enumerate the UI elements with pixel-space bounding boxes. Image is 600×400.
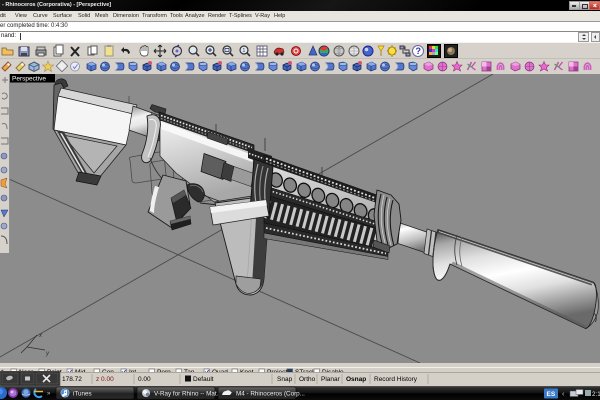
svg-text:Planar: Planar — [321, 376, 341, 383]
svg-text:V-Ray for Rhino -- Mat...: V-Ray for Rhino -- Mat... — [154, 391, 222, 398]
svg-text:?: ? — [416, 46, 422, 56]
svg-text:ES: ES — [547, 391, 556, 398]
svg-text:Record History: Record History — [374, 376, 418, 383]
svg-text:2:1: 2:1 — [592, 391, 600, 398]
svg-text:1: 1 — [243, 48, 246, 54]
svg-text:z 0.00: z 0.00 — [96, 376, 114, 383]
svg-text:Snap: Snap — [277, 376, 293, 383]
svg-text:0.00: 0.00 — [138, 376, 151, 383]
svg-text:Ortho: Ortho — [299, 376, 316, 383]
svg-text:Osnap: Osnap — [346, 376, 366, 383]
svg-text:M4 - Rhinoceros (Corp...: M4 - Rhinoceros (Corp... — [236, 391, 305, 398]
svg-text:Perspective: Perspective — [12, 76, 46, 83]
svg-text:178.72: 178.72 — [62, 376, 82, 383]
svg-text:iTunes: iTunes — [73, 391, 92, 398]
svg-text:Default: Default — [193, 376, 214, 383]
